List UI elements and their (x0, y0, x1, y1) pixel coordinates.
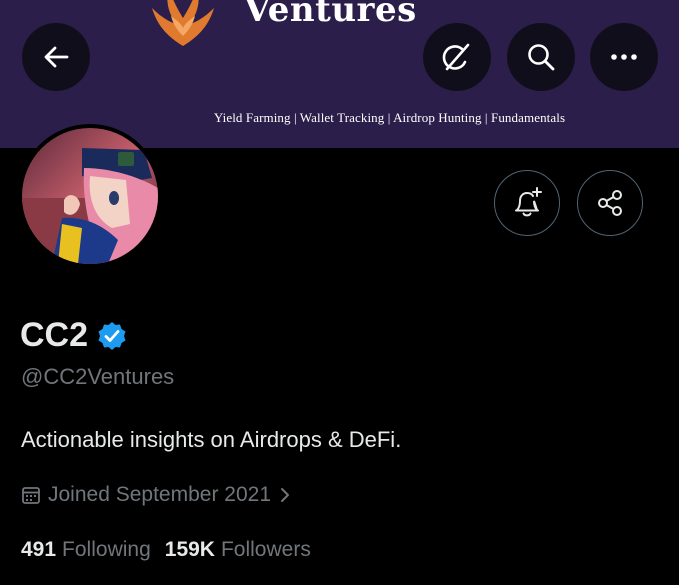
followers-label: Followers (220, 538, 311, 561)
profile-bio: Actionable insights on Airdrops & DeFi. (21, 427, 402, 452)
profile-name-row: CC2 (20, 316, 128, 355)
bell-plus-icon (515, 187, 542, 217)
search-button[interactable] (507, 23, 575, 91)
following-label: Following (62, 538, 151, 561)
back-button[interactable] (22, 23, 90, 91)
profile-stats: 491 Following 159K Followers (21, 538, 311, 562)
profile-handle: @CC2Ventures (21, 364, 175, 389)
chevron-right-icon (281, 488, 289, 502)
following-link[interactable]: 491 Following (21, 538, 151, 562)
followers-link[interactable]: 159K Followers (165, 538, 311, 562)
search-icon (528, 44, 555, 71)
joined-text: Joined September 2021 (48, 483, 271, 506)
grok-button[interactable] (423, 23, 491, 91)
share-button[interactable] (577, 170, 643, 236)
more-icon (611, 54, 637, 60)
ventures-logo (152, 0, 214, 46)
following-count: 491 (21, 538, 57, 561)
calendar-icon (22, 487, 40, 504)
arrow-left-icon (44, 46, 69, 68)
avatar-image (22, 128, 158, 264)
joined-date[interactable]: Joined September 2021 (21, 483, 292, 507)
followers-count: 159K (164, 538, 215, 561)
notifications-button[interactable] (494, 170, 560, 236)
banner-tagline: Yield Farming | Wallet Tracking | Airdro… (213, 110, 566, 125)
more-button[interactable] (590, 23, 658, 91)
banner-title: Ventures (244, 0, 417, 30)
share-icon (598, 190, 622, 216)
avatar[interactable] (18, 124, 162, 268)
verified-badge-icon[interactable] (96, 320, 128, 352)
grok-icon (442, 43, 470, 71)
profile-name: CC2 (20, 316, 89, 354)
